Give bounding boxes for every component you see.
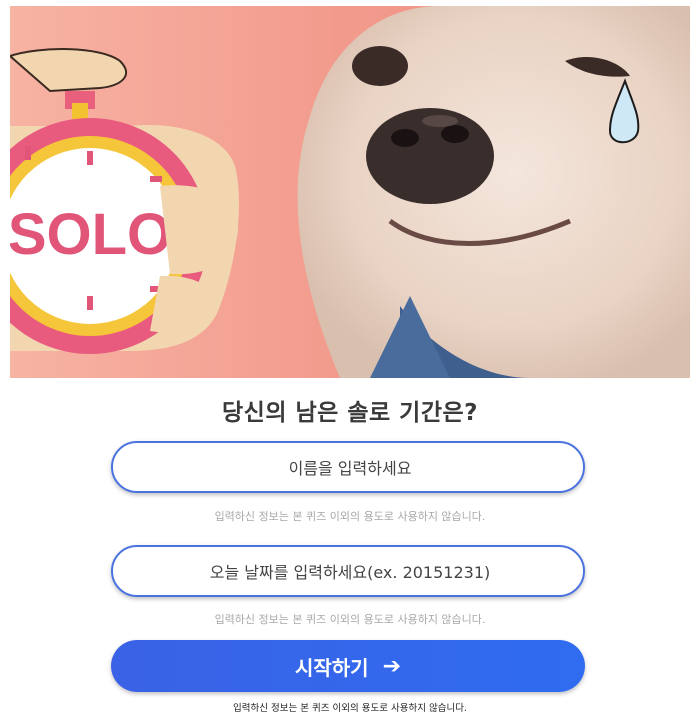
date-privacy-note: 입력하신 정보는 본 퀴즈 이외의 용도로 사용하지 않습니다.	[214, 613, 486, 626]
date-input[interactable]	[113, 547, 587, 597]
name-input[interactable]	[113, 443, 587, 493]
dog-illustration	[297, 6, 690, 378]
name-field[interactable]	[111, 441, 587, 493]
hero-image: SOLO	[10, 6, 690, 378]
start-button-label: 시작하기	[294, 655, 369, 680]
name-privacy-note: 입력하신 정보는 본 퀴즈 이외의 용도로 사용하지 않습니다.	[214, 510, 486, 523]
footer-privacy-note: 입력하신 정보는 본 퀴즈 이외의 용도로 사용하지 않습니다.	[233, 703, 467, 714]
stopwatch-text: SOLO	[10, 202, 172, 267]
start-button[interactable]: 시작하기 ➔	[111, 640, 585, 692]
page-title: 당신의 남은 솔로 기간은?	[222, 400, 478, 426]
date-field[interactable]	[111, 545, 587, 597]
arrow-right-icon: ➔	[382, 653, 402, 679]
